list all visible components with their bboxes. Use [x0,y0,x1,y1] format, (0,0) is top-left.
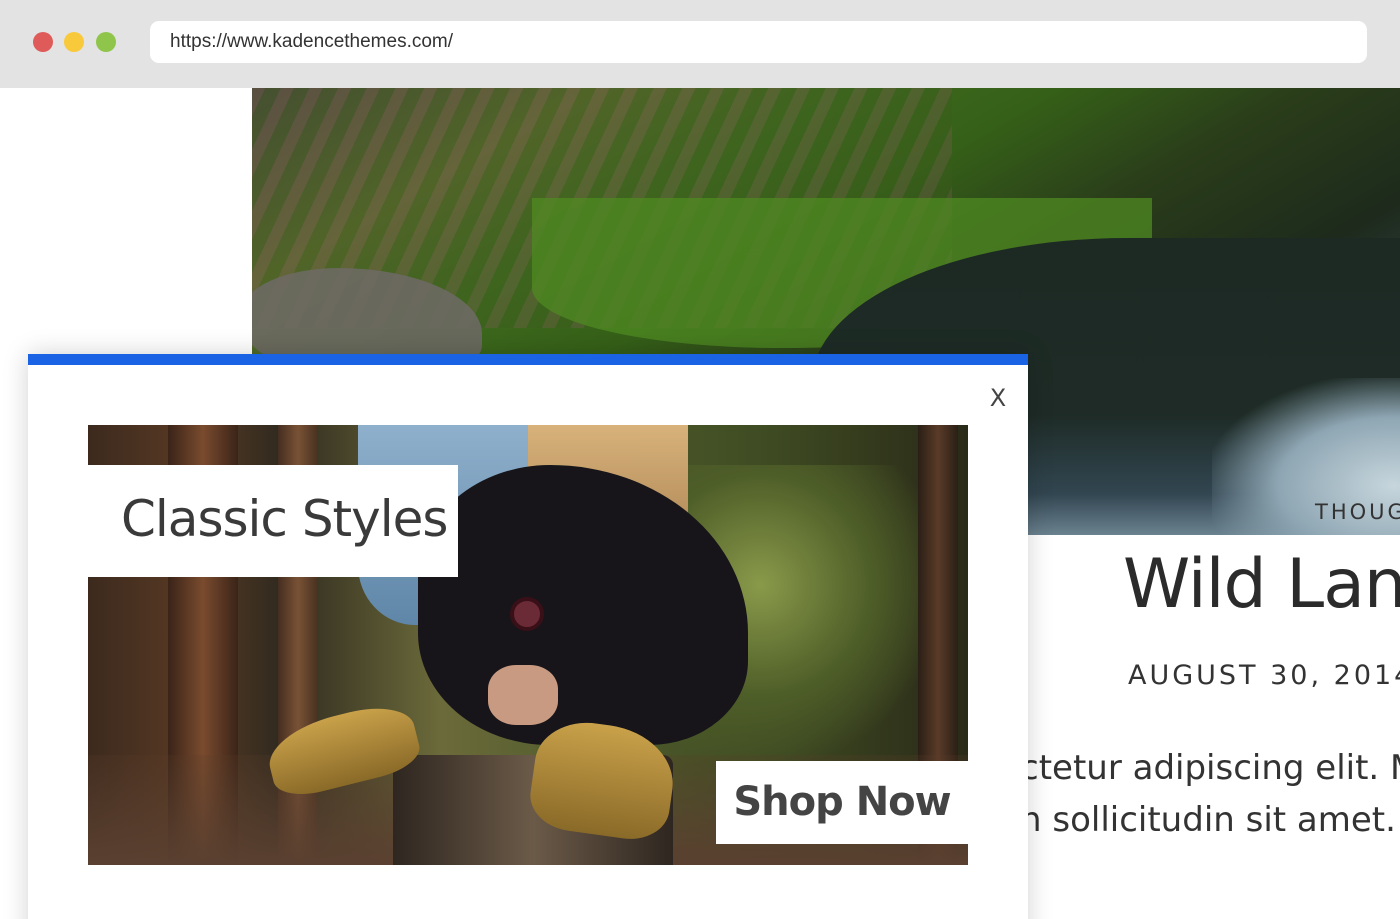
browser-chrome: https://www.kadencethemes.com/ [0,0,1400,88]
shop-now-button[interactable]: Shop Now [716,761,968,844]
promo-popup: X Classic Styles Shop Now [28,354,1028,919]
close-window-icon[interactable] [33,32,53,52]
excerpt-line: ctetur adipiscing elit. Ma [1020,748,1400,788]
minimize-window-icon[interactable] [64,32,84,52]
post-date: AUGUST 30, 2014 [1128,660,1400,691]
maximize-window-icon[interactable] [96,32,116,52]
post-category[interactable]: THOUG [1315,500,1400,524]
promo-title: Classic Styles [121,490,448,548]
close-popup-button[interactable]: X [986,383,1010,413]
address-bar[interactable]: https://www.kadencethemes.com/ [150,21,1367,63]
post-title[interactable]: Wild Lanc [1123,545,1400,624]
shop-now-label: Shop Now [733,779,951,825]
excerpt-line: n sollicitudin sit amet. P [1020,800,1400,840]
post-excerpt: ctetur adipiscing elit. Ma n sollicitudi… [1020,742,1400,846]
